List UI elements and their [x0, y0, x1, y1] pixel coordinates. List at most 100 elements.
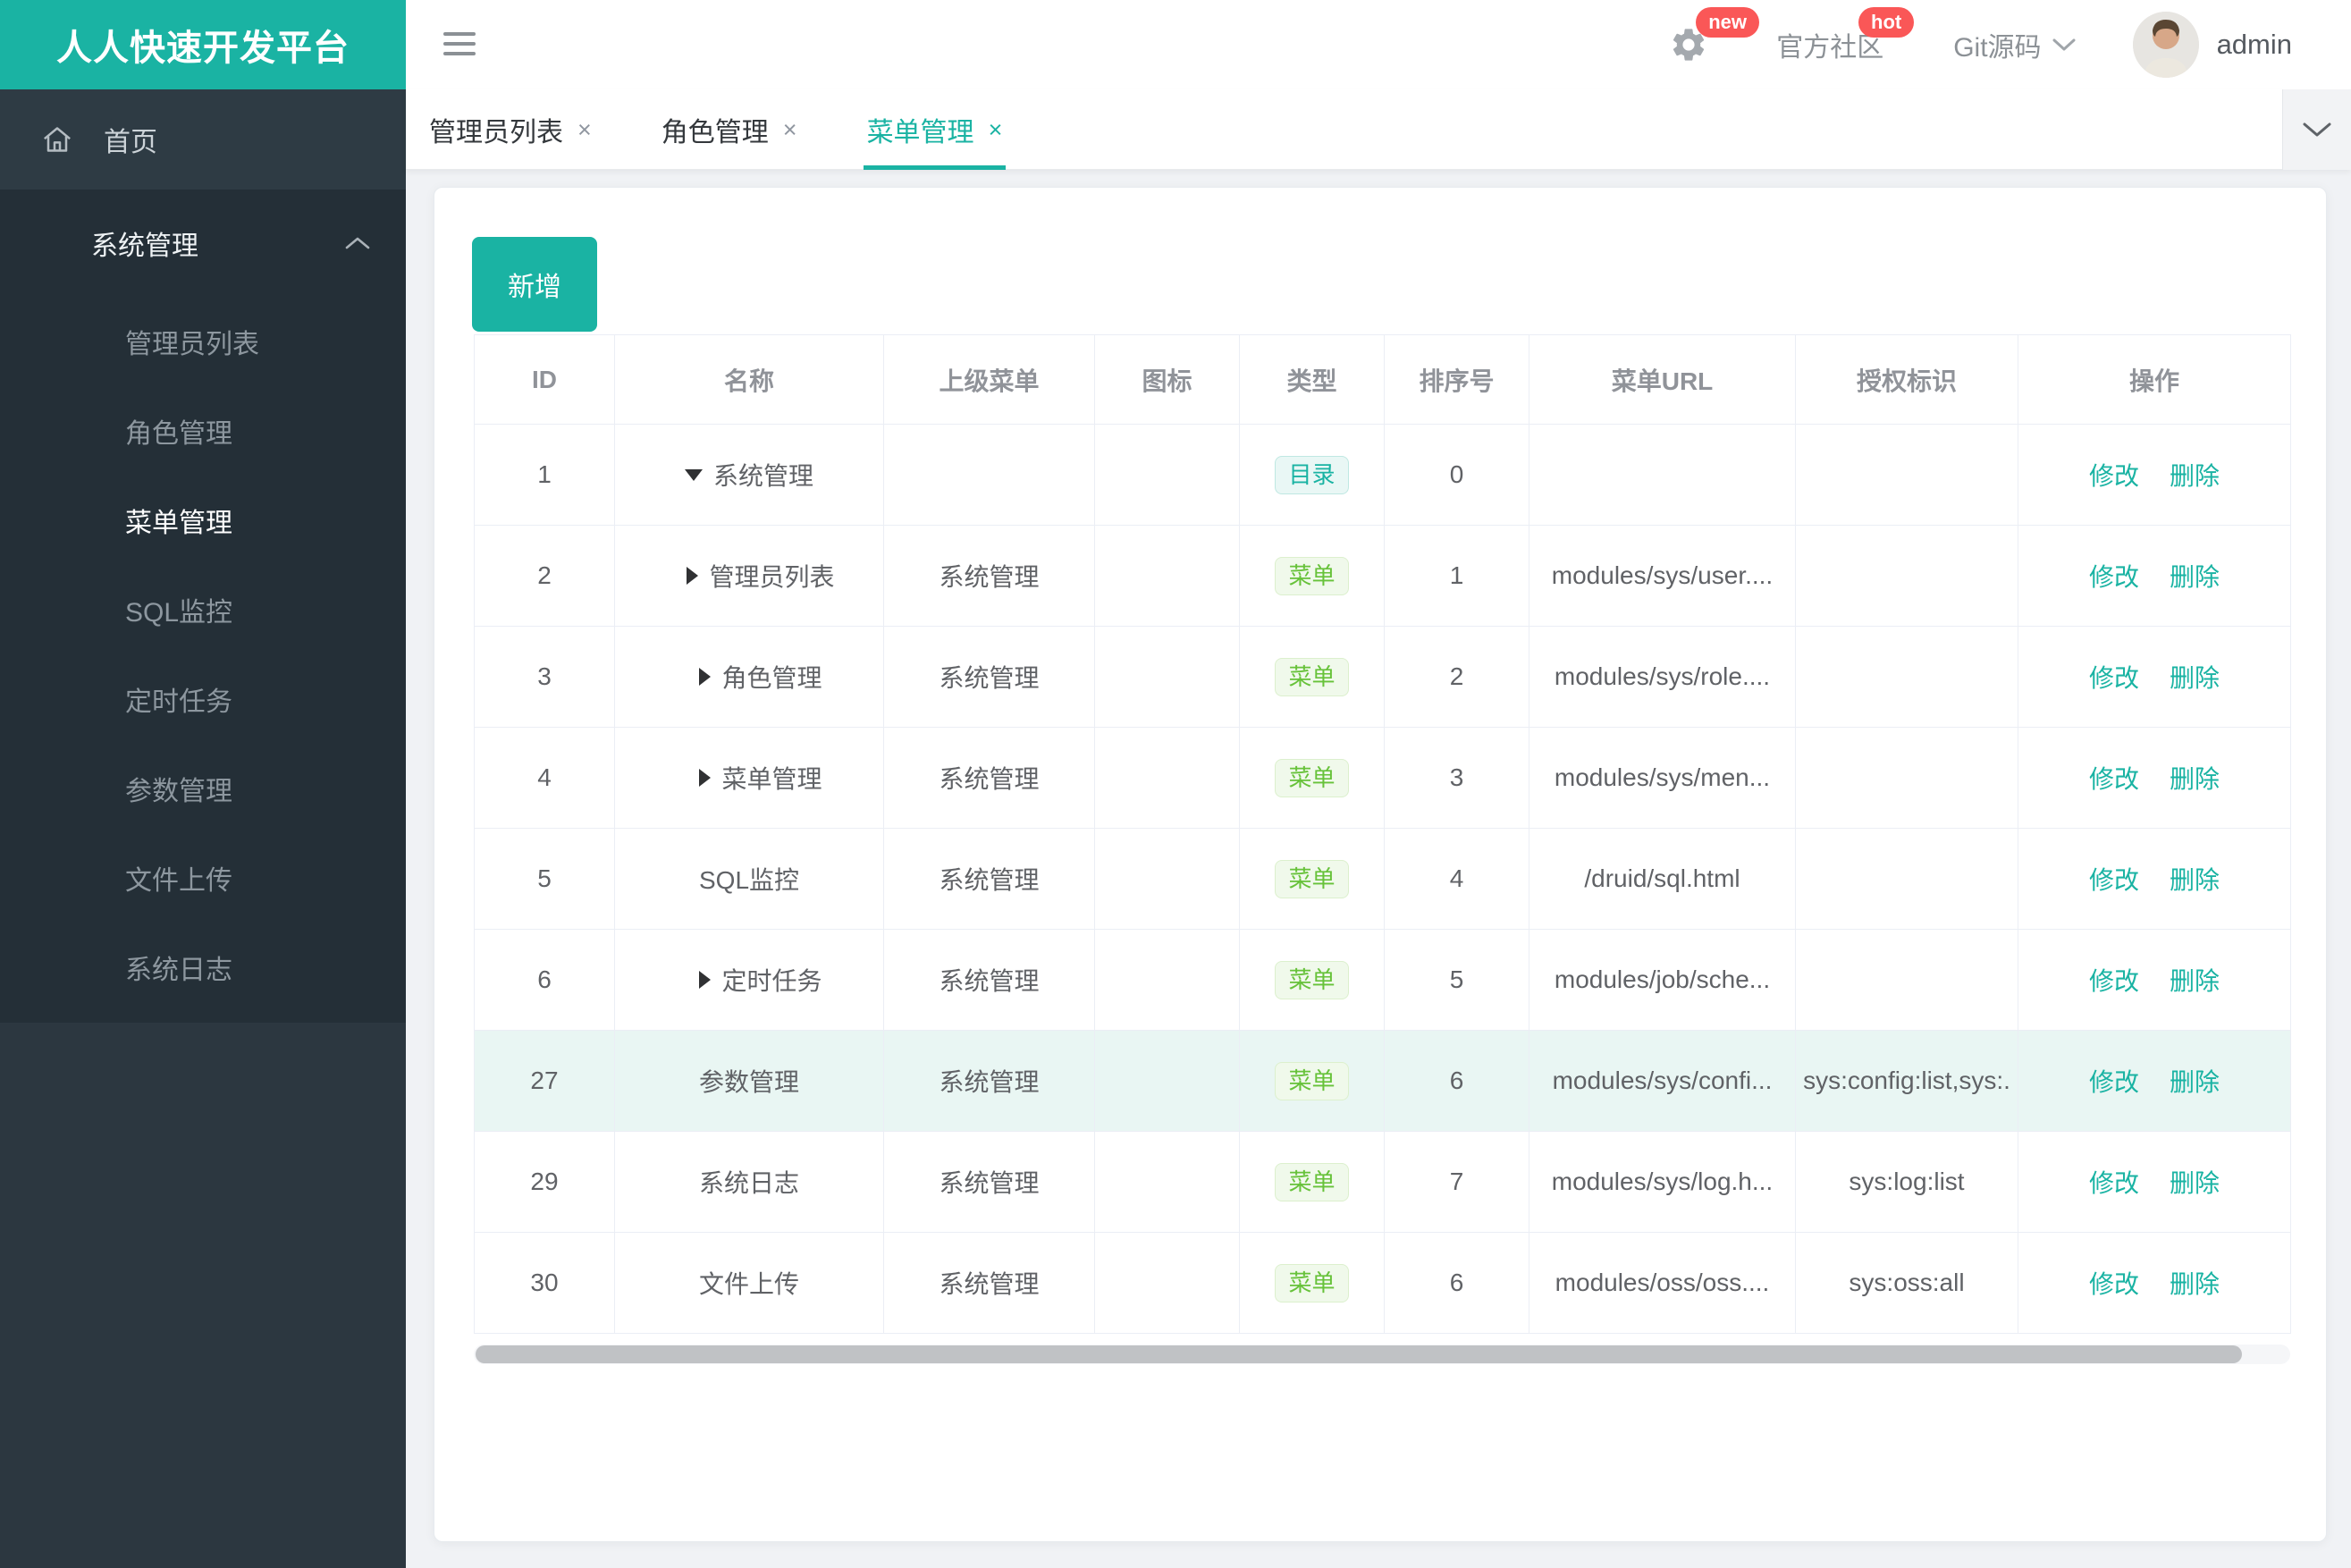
horizontal-scrollbar-thumb[interactable]: [476, 1345, 2242, 1363]
sidebar-item-2[interactable]: 菜单管理: [0, 476, 406, 565]
cell-id: 6: [474, 929, 615, 1031]
cell-type: 目录: [1239, 424, 1385, 526]
delete-link[interactable]: 删除: [2170, 462, 2220, 490]
expand-arrow-icon[interactable]: [687, 567, 699, 585]
sidebar-item-7[interactable]: 系统日志: [0, 923, 406, 1012]
expand-arrow-icon[interactable]: [699, 971, 712, 989]
table-row-1[interactable]: 1 系统管理 目录 0 修改 删除: [474, 424, 2291, 526]
edit-link[interactable]: 修改: [2089, 664, 2139, 692]
type-badge-menu: 菜单: [1275, 758, 1349, 797]
cell-icon: [1094, 424, 1240, 526]
cell-order: 3: [1384, 727, 1529, 829]
sidebar-home-label: 首页: [104, 128, 157, 157]
col-url: 菜单URL: [1529, 334, 1796, 425]
edit-link[interactable]: 修改: [2089, 1068, 2139, 1096]
cell-perms: [1795, 424, 2018, 526]
cell-type: 菜单: [1239, 929, 1385, 1031]
edit-link[interactable]: 修改: [2089, 462, 2139, 490]
tab-2[interactable]: 菜单管理 ×: [863, 89, 1007, 170]
cell-parent: 系统管理: [883, 1131, 1095, 1233]
edit-link[interactable]: 修改: [2089, 866, 2139, 894]
add-button[interactable]: 新增: [472, 237, 597, 332]
cell-actions: 修改 删除: [2018, 727, 2291, 829]
delete-link[interactable]: 删除: [2170, 765, 2220, 793]
table-row-4[interactable]: 4 菜单管理 系统管理 菜单 3 modules/sys/men... 修改 删除: [474, 727, 2291, 829]
edit-link[interactable]: 修改: [2089, 1169, 2139, 1197]
cell-id: 3: [474, 626, 615, 728]
cell-id: 29: [474, 1131, 615, 1233]
cell-order: 2: [1384, 626, 1529, 728]
cell-perms: [1795, 626, 2018, 728]
edit-link[interactable]: 修改: [2089, 967, 2139, 995]
sidebar-item-6[interactable]: 文件上传: [0, 833, 406, 923]
expand-arrow-icon[interactable]: [699, 668, 712, 686]
cell-name: 系统日志: [614, 1131, 884, 1233]
collapse-arrow-icon[interactable]: [684, 468, 703, 481]
sidebar-items: 管理员列表 角色管理 菜单管理 SQL监控 定时任务 参数管理 文件上传 系统日志: [0, 297, 406, 1012]
table-row-29[interactable]: 29 系统日志 系统管理 菜单 7 modules/sys/log.h... sys:log…: [474, 1131, 2291, 1233]
table-row-30[interactable]: 30 文件上传 系统管理 菜单 6 modules/oss/oss.... sys:oss:…: [474, 1232, 2291, 1334]
cell-actions: 修改 删除: [2018, 1232, 2291, 1334]
cell-order: 4: [1384, 828, 1529, 930]
menu-name: 管理员列表: [709, 563, 835, 591]
table-row-5[interactable]: 5 SQL监控 系统管理 菜单 4/druid/sql.html 修改 删除: [474, 828, 2291, 930]
cell-url: /druid/sql.html: [1529, 828, 1796, 930]
delete-link[interactable]: 删除: [2170, 1169, 2220, 1197]
edit-link[interactable]: 修改: [2089, 765, 2139, 793]
menu-table-wrap: ID 名称 上级菜单 图标 类型 排序号 菜单URL 授权标识 操作 1 系统管理…: [474, 334, 2291, 1334]
col-parent: 上级菜单: [883, 334, 1095, 425]
app-title: 人人快速开发平台: [56, 29, 350, 68]
delete-link[interactable]: 删除: [2170, 866, 2220, 894]
delete-link[interactable]: 删除: [2170, 563, 2220, 591]
expand-arrow-icon[interactable]: [699, 769, 712, 787]
cell-icon: [1094, 1030, 1240, 1132]
table-row-3[interactable]: 3 角色管理 系统管理 菜单 2 modules/sys/role.... 修改 删除: [474, 626, 2291, 728]
tabs-collapse-button[interactable]: [2282, 89, 2351, 170]
settings-button[interactable]: new: [1669, 7, 1760, 64]
edit-link[interactable]: 修改: [2089, 1270, 2139, 1298]
tab-0[interactable]: 管理员列表 ×: [429, 89, 592, 170]
type-badge-menu: 菜单: [1275, 556, 1349, 595]
tab-close-icon[interactable]: ×: [989, 116, 1003, 144]
app-window: 人人快速开发平台 new 官方社区 hot Git源码 admin 首页 系统管…: [0, 0, 2351, 1568]
edit-link[interactable]: 修改: [2089, 563, 2139, 591]
cell-parent: 系统管理: [883, 828, 1095, 930]
table-row-6[interactable]: 6 定时任务 系统管理 菜单 5 modules/job/sche... 修改 删除: [474, 929, 2291, 1031]
cell-perms: sys:config:list,sys:.: [1795, 1030, 2018, 1132]
sidebar-item-5[interactable]: 参数管理: [0, 744, 406, 833]
main-content: 新增 ID 名称 上级菜单 图标 类型 排序号 菜单URL 授权标识 操作 1 …: [406, 170, 2351, 1568]
sidebar-item-0[interactable]: 管理员列表: [0, 297, 406, 386]
table-header-row: ID 名称 上级菜单 图标 类型 排序号 菜单URL 授权标识 操作: [474, 334, 2291, 425]
sidebar-item-4[interactable]: 定时任务: [0, 654, 406, 744]
sidebar-item-1[interactable]: 角色管理: [0, 386, 406, 476]
sidebar-section-label: 系统管理: [91, 232, 198, 261]
sidebar-item-home[interactable]: 首页: [0, 89, 406, 190]
cell-actions: 修改 删除: [2018, 525, 2291, 627]
delete-link[interactable]: 删除: [2170, 967, 2220, 995]
menu-name: 定时任务: [721, 967, 822, 995]
git-source-menu[interactable]: Git源码: [1953, 25, 2076, 64]
col-name: 名称: [614, 334, 884, 425]
tab-1[interactable]: 角色管理 ×: [661, 89, 797, 170]
col-icon: 图标: [1094, 334, 1240, 425]
delete-link[interactable]: 删除: [2170, 1270, 2220, 1298]
menu-toggle-icon[interactable]: [443, 26, 477, 63]
tabbar: 管理员列表 × 角色管理 × 菜单管理 ×: [406, 89, 2351, 170]
cell-order: 1: [1384, 525, 1529, 627]
sidebar-section-system[interactable]: 系统管理: [0, 190, 406, 297]
cell-parent: 系统管理: [883, 525, 1095, 627]
cell-url: modules/sys/men...: [1529, 727, 1796, 829]
col-order: 排序号: [1384, 334, 1529, 425]
username[interactable]: admin: [2217, 29, 2292, 61]
user-avatar[interactable]: [2132, 12, 2199, 78]
tab-close-icon[interactable]: ×: [783, 116, 797, 144]
delete-link[interactable]: 删除: [2170, 1068, 2220, 1096]
table-row-2[interactable]: 2 管理员列表 系统管理 菜单 1 modules/sys/user.... 修改 删除: [474, 525, 2291, 627]
cell-icon: [1094, 929, 1240, 1031]
sidebar-item-3[interactable]: SQL监控: [0, 565, 406, 654]
delete-link[interactable]: 删除: [2170, 664, 2220, 692]
community-link[interactable]: 官方社区 hot: [1776, 7, 1915, 64]
table-row-27[interactable]: 27 参数管理 系统管理 菜单 6 modules/sys/confi... sys:con…: [474, 1030, 2291, 1132]
tab-close-icon[interactable]: ×: [577, 116, 592, 144]
content-card: 新增 ID 名称 上级菜单 图标 类型 排序号 菜单URL 授权标识 操作 1 …: [434, 187, 2327, 1542]
